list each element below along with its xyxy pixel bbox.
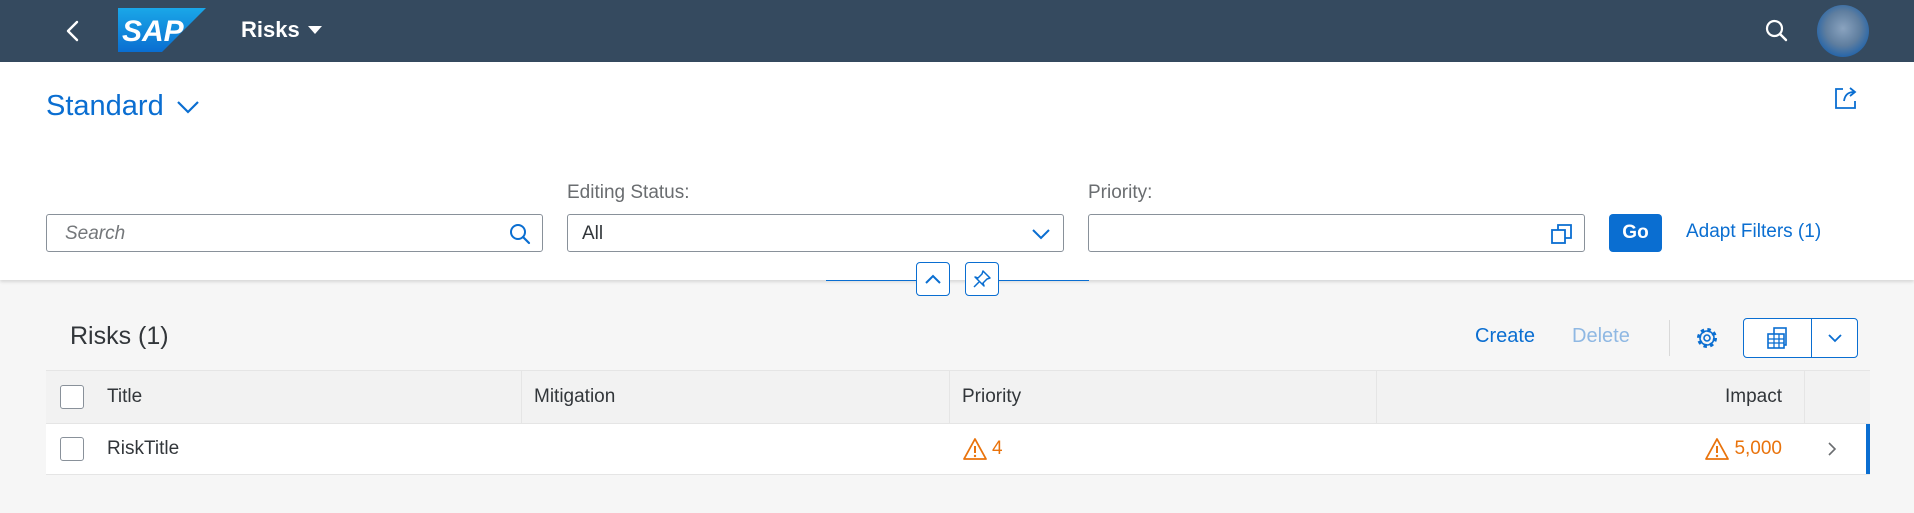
table-header-row: Title Mitigation Priority Impact	[46, 370, 1870, 424]
column-header-title[interactable]: Title	[107, 371, 142, 423]
spreadsheet-icon	[1766, 327, 1787, 349]
create-button[interactable]: Create	[1475, 325, 1535, 348]
column-separator	[1376, 371, 1377, 423]
column-header-mitigation[interactable]: Mitigation	[534, 371, 615, 423]
user-avatar[interactable]	[1817, 5, 1869, 57]
app-title-menu[interactable]: Risks	[241, 15, 322, 45]
sap-logo[interactable]: SAP	[118, 8, 206, 52]
warning-icon	[1705, 438, 1730, 460]
table-title: Risks (1)	[70, 322, 169, 350]
back-icon[interactable]	[58, 16, 88, 46]
row-navigated-indicator	[1866, 424, 1870, 474]
svg-text:SAP: SAP	[122, 15, 185, 48]
caret-down-icon	[307, 26, 322, 34]
row-impact: 5,000	[1734, 438, 1782, 459]
value-help-icon[interactable]	[1549, 221, 1575, 247]
chevron-down-icon	[1828, 334, 1842, 343]
export-button[interactable]	[1744, 319, 1813, 357]
row-title: RiskTitle	[107, 438, 180, 459]
column-separator	[521, 371, 522, 423]
warning-icon	[963, 438, 987, 460]
editing-status-label: Editing Status:	[567, 182, 690, 203]
toolbar-separator	[1669, 320, 1670, 356]
row-impact-cell: 5,000	[1386, 424, 1782, 474]
chevron-down-icon	[176, 100, 199, 114]
column-header-priority[interactable]: Priority	[962, 371, 1021, 423]
row-select-cell	[60, 424, 84, 474]
pin-header-button[interactable]	[965, 262, 999, 296]
chevron-up-icon	[925, 274, 941, 284]
header-divider	[826, 280, 916, 281]
export-options-button[interactable]	[1812, 319, 1857, 357]
search-icon[interactable]	[1763, 17, 1791, 45]
select-all-cell	[60, 371, 84, 423]
collapse-header-button[interactable]	[916, 262, 950, 296]
risks-table: Title Mitigation Priority Impact RiskTit…	[46, 370, 1870, 475]
header-divider	[999, 280, 1089, 281]
search-icon[interactable]	[507, 221, 533, 247]
column-separator	[949, 371, 950, 423]
search-field[interactable]	[46, 214, 543, 253]
app-title: Risks	[241, 17, 300, 42]
row-priority-cell: 4	[962, 424, 1003, 474]
row-checkbox[interactable]	[60, 437, 84, 461]
priority-label: Priority:	[1088, 182, 1153, 203]
row-priority: 4	[992, 438, 1003, 459]
go-button[interactable]: Go	[1609, 214, 1662, 252]
editing-status-select[interactable]: All	[567, 214, 1064, 252]
export-menu-button	[1743, 318, 1858, 358]
editing-status-value: All	[582, 223, 604, 244]
chevron-down-icon[interactable]	[1028, 221, 1054, 247]
shell-bar: SAP Risks	[0, 0, 1914, 62]
share-icon[interactable]	[1832, 84, 1860, 112]
delete-button[interactable]: Delete	[1572, 325, 1630, 348]
settings-icon[interactable]	[1693, 324, 1721, 352]
search-input[interactable]	[63, 215, 463, 253]
variant-name: Standard	[46, 90, 164, 122]
column-header-impact[interactable]: Impact	[1386, 371, 1782, 423]
variant-selector[interactable]: Standard	[46, 90, 200, 123]
column-separator	[1804, 371, 1805, 423]
adapt-filters-button[interactable]: Adapt Filters (1)	[1686, 221, 1821, 243]
table-row[interactable]: RiskTitle 4 5,000	[46, 424, 1870, 475]
filter-header: Standard Editing Status: All Priority:	[0, 62, 1914, 280]
row-navigation-icon[interactable]	[1825, 424, 1839, 474]
priority-field[interactable]	[1088, 214, 1585, 252]
pin-icon	[973, 270, 991, 288]
select-all-checkbox[interactable]	[60, 385, 84, 409]
